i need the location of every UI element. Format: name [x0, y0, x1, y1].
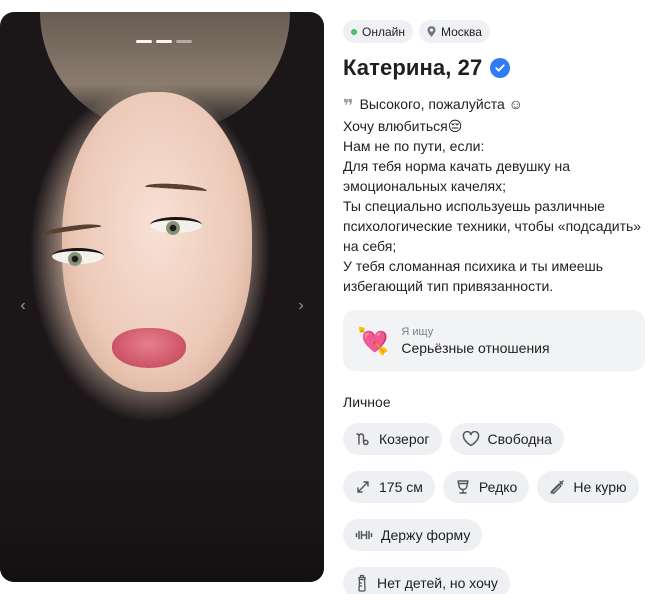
tag-children: Нет детей, но хочу	[343, 567, 510, 594]
chevron-left-icon[interactable]: ‹	[16, 298, 30, 314]
personal-section-title: Личное	[343, 394, 391, 410]
location-pin-icon	[427, 26, 436, 37]
photo-dot-3[interactable]	[176, 40, 192, 43]
tag-smoking: Не курю	[537, 471, 639, 503]
online-badge: Онлайн	[343, 20, 413, 43]
online-label: Онлайн	[362, 24, 405, 39]
heart-outline-icon	[462, 431, 479, 447]
tag-height: 175 см	[343, 471, 435, 503]
tag-relationship: Свободна	[449, 423, 564, 455]
capricorn-icon	[356, 433, 369, 446]
no-smoking-icon	[550, 480, 565, 495]
personal-tags: Козерог Свободна 175 см Редко Не курю Де…	[343, 423, 647, 594]
tag-zodiac: Козерог	[343, 423, 442, 455]
height-arrows-icon	[357, 481, 369, 493]
quote-icon: ❞	[343, 96, 354, 116]
bio-text: Высокого, пожалуйста ☺ Хочу влюбиться😔 Н…	[343, 96, 642, 294]
chevron-right-icon[interactable]: ›	[294, 298, 308, 314]
looking-for-card: 💘 Я ищу Серьёзные отношения	[343, 310, 645, 371]
tag-alcohol: Редко	[442, 471, 530, 503]
photo-dot-1[interactable]	[136, 40, 152, 43]
profile-photo[interactable]: ‹ ›	[0, 12, 324, 582]
photo-eye-right	[150, 217, 202, 235]
photo-body	[0, 452, 324, 582]
photo-dot-2[interactable]	[156, 40, 172, 43]
verified-check-icon	[490, 58, 511, 78]
profile-bio: ❞ Высокого, пожалуйста ☺ Хочу влюбиться😔 …	[343, 94, 647, 296]
tag-label: Редко	[478, 479, 518, 495]
tag-label: Козерог	[379, 431, 430, 447]
photo-pagination	[136, 40, 192, 43]
tag-label: Свободна	[487, 431, 552, 447]
baby-bottle-icon	[358, 574, 366, 592]
tag-label: Держу форму	[381, 527, 471, 543]
city-badge: Москва	[418, 20, 490, 43]
status-chips: Онлайн Москва	[343, 20, 647, 43]
profile-info: Онлайн Москва Катерина, 27 ❞ Высокого, по…	[343, 20, 647, 594]
heart-arrow-icon: 💘	[357, 325, 390, 356]
photo-lips	[112, 328, 186, 368]
tag-label: Не курю	[573, 479, 627, 495]
tag-sport: Держу форму	[343, 519, 483, 551]
city-label: Москва	[440, 24, 482, 39]
profile-name: Катерина, 27	[343, 55, 483, 80]
online-dot-icon	[351, 28, 357, 35]
name-row: Катерина, 27	[343, 55, 647, 81]
photo-eye-left	[52, 248, 104, 266]
tag-label: 175 см	[379, 479, 423, 495]
wine-glass-icon	[457, 480, 469, 494]
looking-for-value: Серьёзные отношения	[401, 339, 550, 356]
dumbbell-icon	[355, 530, 373, 540]
tag-label: Нет детей, но хочу	[377, 575, 498, 591]
looking-for-label: Я ищу	[401, 325, 434, 338]
